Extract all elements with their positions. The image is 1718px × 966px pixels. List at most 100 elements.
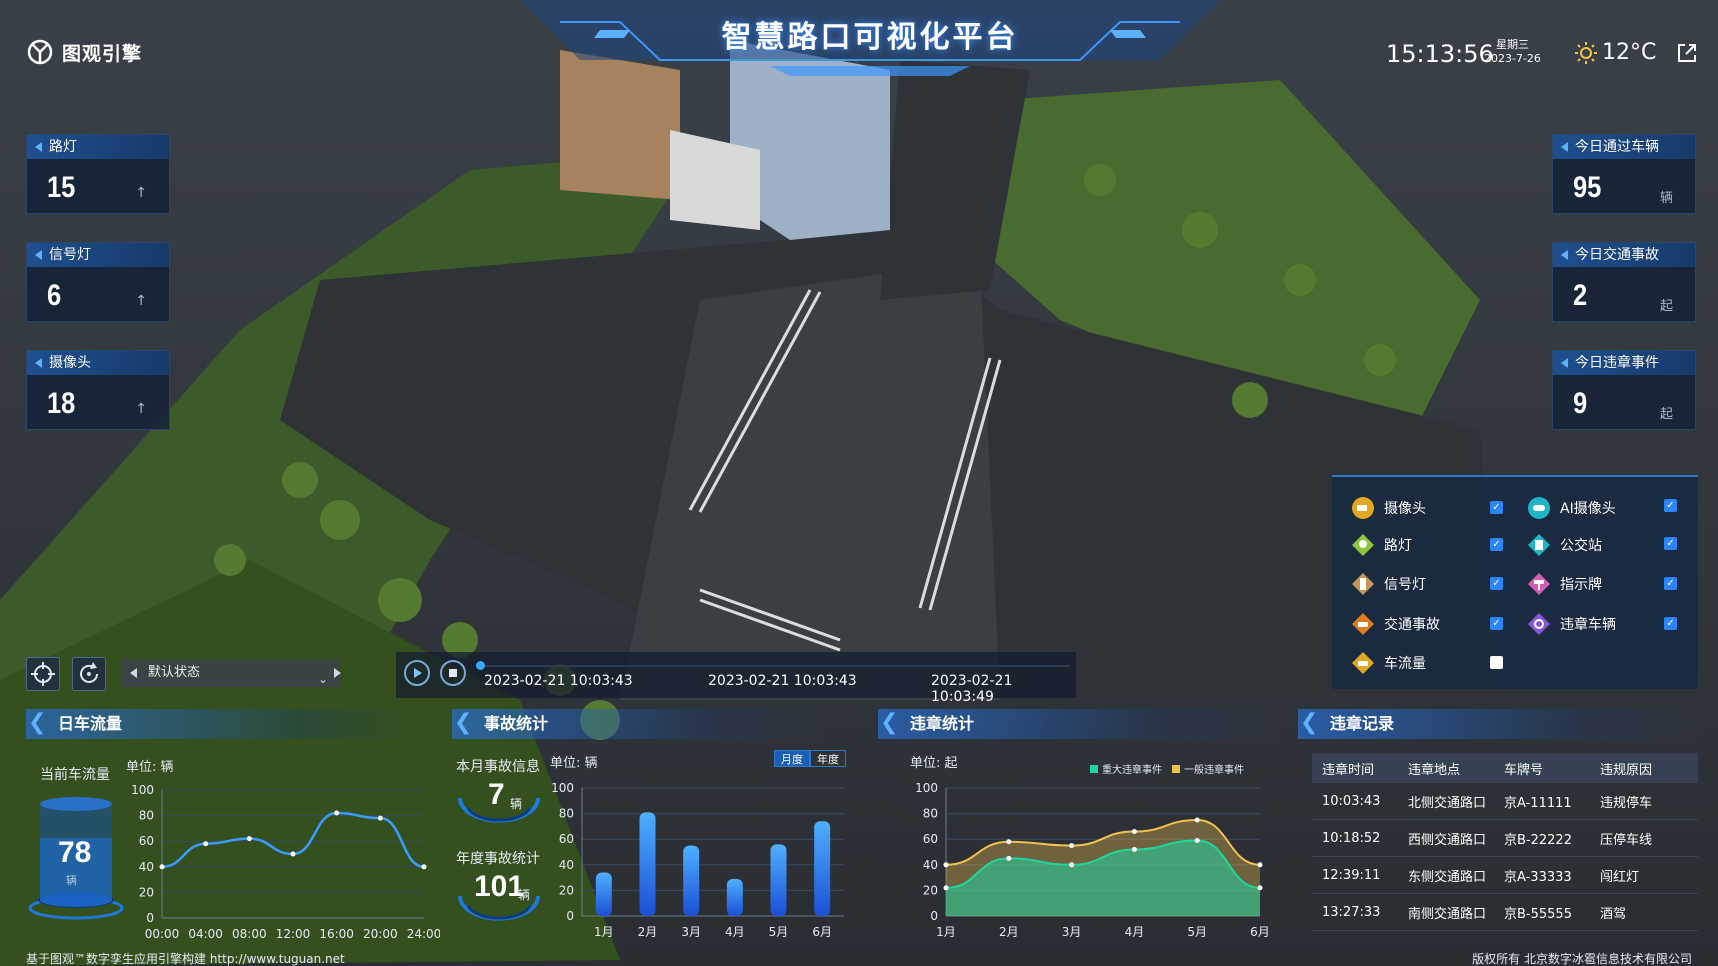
stat-value: 18 — [47, 387, 76, 420]
cell-time: 10:18:52 — [1322, 830, 1381, 846]
layer-checkbox-accident[interactable]: ✓ — [1490, 617, 1503, 630]
layer-item-ai-camera[interactable]: AI摄像头 — [1526, 495, 1616, 521]
x-tick-label: 3月 — [1062, 925, 1082, 939]
accident-bar — [770, 844, 787, 916]
ai-camera-icon — [1528, 497, 1550, 519]
chevron-left-icon[interactable]: ❮ — [880, 712, 898, 734]
locate-button[interactable] — [26, 657, 60, 691]
table-header: 违章时间 违章地点 车牌号 违规原因 — [1312, 753, 1698, 783]
tab-yearly[interactable]: 年度 — [810, 750, 846, 767]
x-tick-label: 04:00 — [188, 927, 223, 941]
table-row[interactable]: 12:39:11 东侧交通路口 京A-33333 闯红灯 — [1312, 857, 1698, 894]
accident-bar-chart: 0 20 40 60 80 100 1月 2月 3月 4月 5月 6月 — [552, 781, 844, 939]
cell-reason: 酒驾 — [1600, 906, 1627, 922]
camera-icon — [1352, 497, 1374, 519]
arrow-up-icon: ↑ — [135, 401, 147, 417]
column-header[interactable]: 违章时间 — [1312, 759, 1408, 778]
cell-location: 东侧交通路口 — [1408, 869, 1487, 885]
sun-icon — [1575, 41, 1597, 64]
state-select[interactable]: 默认状态 ⌄ — [122, 659, 340, 687]
date-block: 星期三 2023-7-26 — [1484, 38, 1541, 66]
table-row[interactable]: 10:03:43 北侧交通路口 京A-11111 违规停车 — [1312, 783, 1698, 820]
layer-item-accident[interactable]: 交通事故 — [1350, 611, 1440, 637]
layer-checkbox-bus-stop[interactable]: ✓ — [1664, 537, 1677, 550]
date: 2023-7-26 — [1484, 52, 1541, 65]
current-flow-unit: 辆 — [66, 874, 77, 887]
arrow-up-icon: ↑ — [135, 293, 147, 309]
cell-plate: 京A-11111 — [1504, 795, 1572, 811]
timeline-handle[interactable] — [476, 661, 485, 670]
tab-monthly[interactable]: 月度 — [774, 750, 810, 767]
state-select-value: 默认状态 — [148, 665, 201, 680]
layer-label: 违章车辆 — [1560, 617, 1616, 633]
layer-item-violation-vehicle[interactable]: 违章车辆 — [1526, 611, 1616, 637]
layer-item-camera[interactable]: 摄像头 — [1350, 495, 1426, 521]
timeline-track[interactable] — [480, 665, 1070, 667]
legend-minor: 一般违章事件 — [1172, 761, 1244, 776]
layer-item-signpost[interactable]: 指示牌 — [1526, 571, 1602, 597]
x-tick-label: 5月 — [1187, 925, 1207, 939]
panel-title-text: 违章记录 — [1330, 714, 1395, 733]
stop-button[interactable] — [440, 660, 466, 686]
weekday: 星期三 — [1495, 38, 1529, 51]
reset-view-button[interactable] — [72, 657, 106, 691]
y-tick-label: 60 — [923, 832, 938, 846]
cell-plate: 京B-22222 — [1504, 832, 1572, 848]
accident-bar — [595, 872, 612, 916]
layer-checkbox-signpost[interactable]: ✓ — [1664, 577, 1677, 590]
month-accident-unit: 辆 — [510, 797, 523, 811]
chevron-down-icon: ⌄ — [317, 672, 328, 686]
flow-unit-label: 单位: 辆 — [126, 760, 174, 775]
play-button[interactable] — [404, 660, 430, 686]
layer-label: 信号灯 — [1384, 577, 1426, 593]
column-header[interactable]: 违章地点 — [1408, 759, 1504, 778]
layer-checkbox-traffic-light[interactable]: ✓ — [1490, 577, 1503, 590]
violation-unit-label: 单位: 起 — [910, 756, 958, 771]
layer-checkbox-camera[interactable]: ✓ — [1490, 501, 1503, 514]
timestamp-end: 2023-02-21 10:03:49 — [931, 673, 1013, 705]
stat-card-traffic-lights: 信号灯 6 ↑ — [26, 242, 170, 322]
layer-checkbox-ai-camera[interactable]: ✓ — [1664, 499, 1677, 512]
caret-right-icon[interactable] — [334, 668, 341, 678]
chevron-left-icon[interactable]: ❮ — [454, 712, 472, 734]
brand-logo: 图观引擎 — [26, 38, 142, 66]
traffic-flow-icon — [1352, 652, 1374, 674]
stat-unit: 起 — [1659, 299, 1673, 314]
year-accident-unit: 辆 — [518, 888, 531, 902]
external-link-icon[interactable] — [1676, 42, 1698, 64]
caret-left-icon[interactable] — [130, 668, 137, 678]
table-row[interactable]: 13:27:33 南侧交通路口 京B-55555 酒驾 — [1312, 894, 1698, 931]
chevron-left-icon[interactable]: ❮ — [1300, 712, 1318, 734]
column-header[interactable]: 违规原因 — [1600, 759, 1698, 778]
stat-value: 2 — [1573, 279, 1588, 312]
table-row[interactable]: 10:18:52 西侧交通路口 京B-22222 压停车线 — [1312, 820, 1698, 857]
layer-label: 指示牌 — [1560, 577, 1602, 593]
column-header[interactable]: 车牌号 — [1504, 759, 1600, 778]
cell-plate: 京A-33333 — [1504, 869, 1572, 885]
layer-item-street-light[interactable]: 路灯 — [1350, 532, 1412, 558]
layer-checkbox-violation-vehicle[interactable]: ✓ — [1664, 617, 1677, 630]
y-tick-label: 20 — [139, 885, 154, 899]
layer-item-traffic-light[interactable]: 信号灯 — [1350, 571, 1426, 597]
y-tick-label: 60 — [559, 832, 574, 846]
violation-point — [1194, 817, 1200, 823]
violation-point — [1006, 855, 1012, 861]
layer-label: AI摄像头 — [1560, 501, 1616, 517]
layer-checkbox-street-light[interactable]: ✓ — [1490, 538, 1503, 551]
panel-title-text: 日车流量 — [58, 714, 123, 733]
layer-item-bus-stop[interactable]: 公交站 — [1526, 532, 1602, 558]
legend-swatch-minor — [1172, 764, 1180, 773]
stat-value: 9 — [1573, 387, 1588, 420]
y-tick-label: 40 — [559, 858, 574, 872]
flow-series-line — [161, 811, 425, 869]
cell-reason: 违规停车 — [1600, 795, 1653, 811]
logo-icon — [27, 39, 53, 65]
accident-unit-label: 单位: 辆 — [550, 756, 598, 771]
layer-item-traffic-flow[interactable]: 车流量 — [1350, 650, 1426, 676]
layer-checkbox-traffic-flow[interactable] — [1490, 656, 1503, 669]
x-tick-label: 00:00 — [145, 927, 180, 941]
stat-card-accidents-today: 今日交通事故 2 起 — [1552, 242, 1696, 322]
current-flow-value: 78 — [58, 836, 92, 869]
chevron-left-icon[interactable]: ❮ — [28, 712, 46, 734]
violation-point — [1257, 862, 1263, 868]
